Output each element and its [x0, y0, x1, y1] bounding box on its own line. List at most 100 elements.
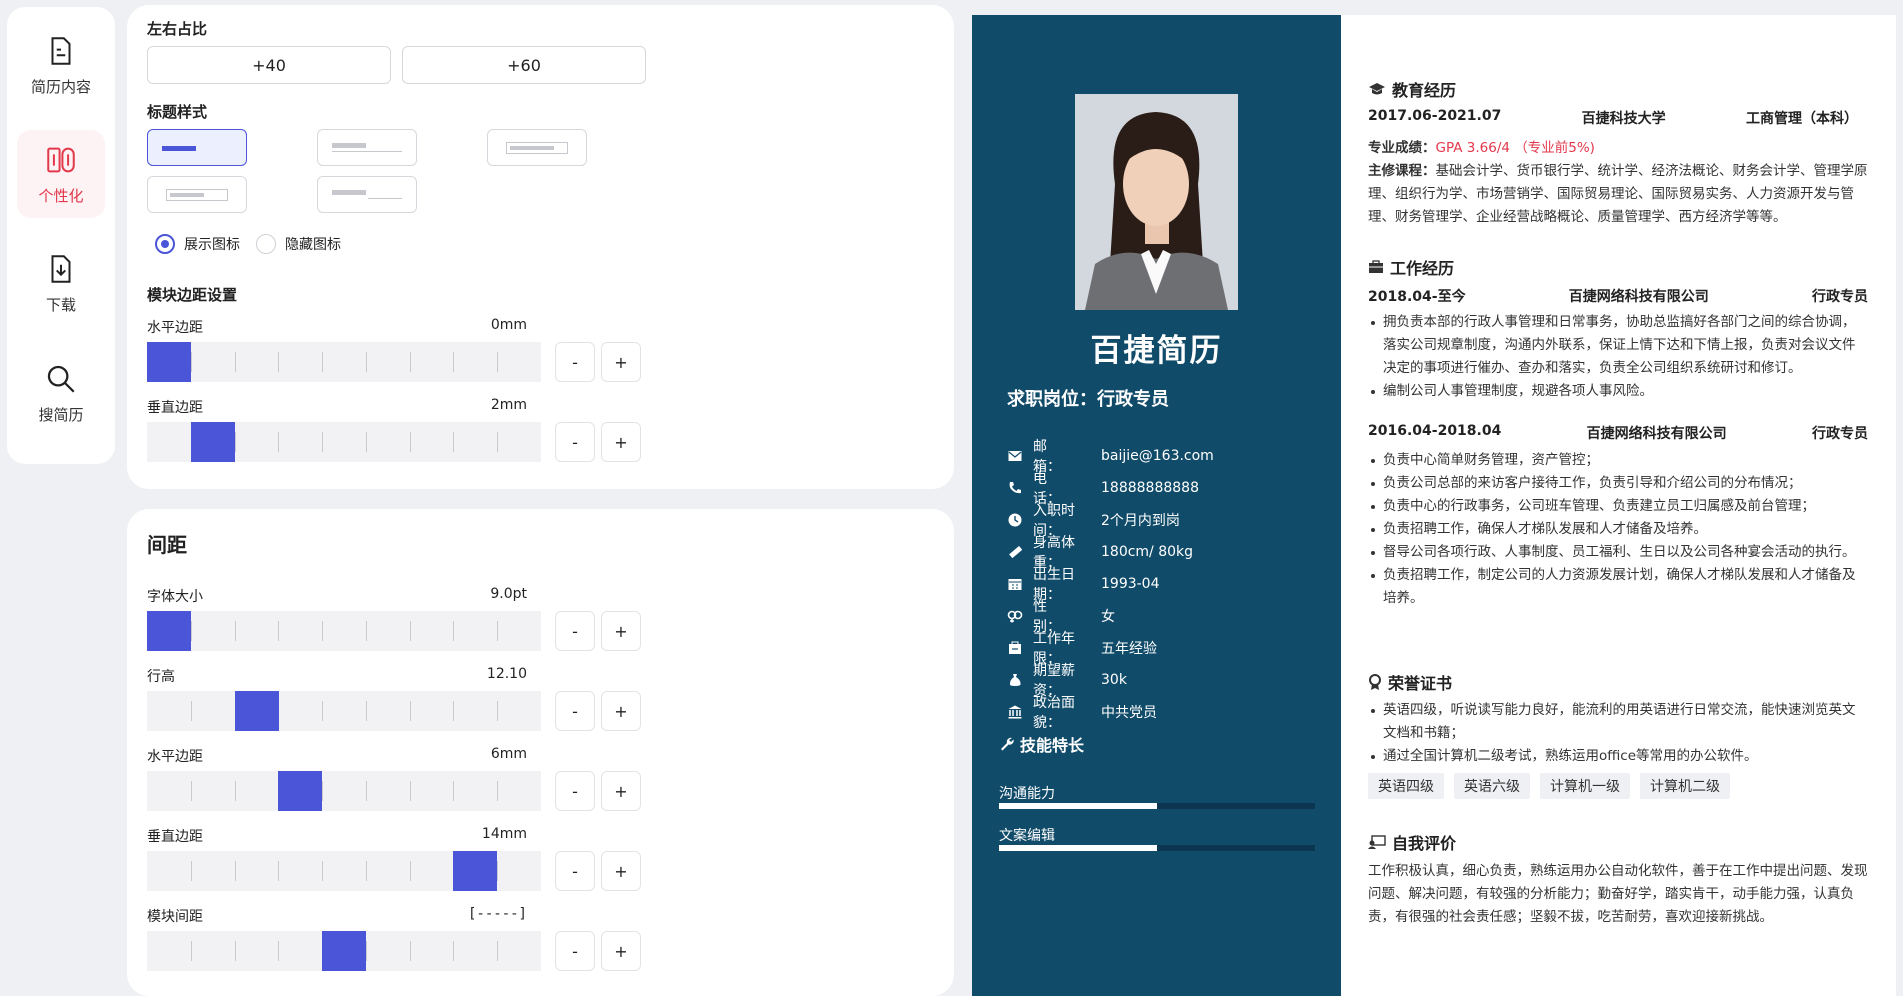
hide-icon-radio[interactable] — [256, 234, 276, 254]
portrait-image — [1075, 94, 1238, 310]
edu-section-title: 教育经历 — [1368, 77, 1456, 101]
content-v-margin-value: 14mm — [481, 826, 527, 842]
nav-label: 简历内容 — [30, 77, 91, 96]
slider-knob[interactable] — [235, 691, 279, 731]
slider-tick — [366, 432, 367, 452]
download-icon — [51, 254, 71, 283]
slider-tick — [235, 621, 236, 641]
content-v-margin-plus-button[interactable]: + — [601, 851, 641, 891]
slider-knob[interactable] — [191, 422, 235, 462]
line-height-minus-button[interactable]: - — [555, 691, 595, 731]
slider-knob[interactable] — [322, 931, 366, 971]
show-icon-radio[interactable] — [155, 234, 175, 254]
line-height-plus-button[interactable]: + — [601, 691, 641, 731]
slider-tick — [322, 861, 323, 881]
title-style-option-1[interactable] — [147, 129, 247, 166]
briefcase-icon — [1369, 260, 1383, 273]
graduation-cap-icon — [1369, 83, 1385, 95]
slider-knob[interactable] — [147, 342, 191, 382]
slider-tick — [366, 941, 367, 961]
slider-tick — [235, 941, 236, 961]
cert-tag: 英语六级 — [1454, 773, 1530, 799]
slider-tick — [235, 432, 236, 452]
h-margin-plus-button[interactable]: + — [601, 342, 641, 382]
nav-label: 个性化 — [38, 186, 84, 205]
bank-icon — [1007, 704, 1023, 720]
title-style-option-5[interactable] — [317, 176, 417, 213]
h-margin-slider[interactable] — [147, 342, 541, 382]
h-margin-value: 0mm — [490, 317, 527, 333]
nav-resume-content[interactable]: 简历内容 — [17, 21, 105, 109]
font-size-slider[interactable] — [147, 611, 541, 651]
content-h-margin-slider[interactable] — [147, 771, 541, 811]
line-height-label: 行高 — [147, 669, 175, 685]
v-margin-slider[interactable] — [147, 422, 541, 462]
slider-tick — [191, 781, 192, 801]
content-h-margin-minus-button[interactable]: - — [555, 771, 595, 811]
work-desc: 负责中心简单财务管理，资产管控； 负责公司总部的来访客户接待工作，负责引导和介绍… — [1368, 449, 1868, 610]
honor-desc: 英语四级，听说读写能力良好，能流利的用英语进行日常交流，能快速浏览英文文档和书籍… — [1368, 699, 1868, 768]
personalize-icon — [47, 147, 75, 172]
slider-knob[interactable] — [453, 851, 497, 891]
show-icon-label: 展示图标 — [184, 237, 240, 253]
v-margin-minus-button[interactable]: - — [555, 422, 595, 462]
v-margin-value: 2mm — [490, 397, 527, 413]
title-style-option-4[interactable] — [147, 176, 247, 213]
h-margin-minus-button[interactable]: - — [555, 342, 595, 382]
slider-tick — [191, 701, 192, 721]
medal-icon — [1369, 674, 1381, 690]
module-gap-minus-button[interactable]: - — [555, 931, 595, 971]
cert-tags: 英语四级 英语六级 计算机一级 计算机二级 — [1368, 773, 1730, 799]
eval-text: 工作积极认真，细心负责，熟练运用办公自动化软件，善于在工作中提出问题、发现问题、… — [1368, 863, 1868, 925]
wrench-icon — [1001, 737, 1014, 751]
content-h-margin-plus-button[interactable]: + — [601, 771, 641, 811]
slider-knob[interactable] — [147, 611, 191, 651]
phone-icon — [1007, 480, 1023, 496]
nav-download[interactable]: 下载 — [17, 239, 105, 327]
content-v-margin-slider[interactable] — [147, 851, 541, 891]
title-style-option-3[interactable] — [487, 129, 587, 166]
slider-tick — [497, 432, 498, 452]
nav-personalize[interactable]: 个性化 — [17, 130, 105, 218]
search-icon — [47, 365, 75, 393]
module-gap-plus-button[interactable]: + — [601, 931, 641, 971]
v-margin-plus-button[interactable]: + — [601, 422, 641, 462]
font-size-plus-button[interactable]: + — [601, 611, 641, 651]
nav-search-resume[interactable]: 搜简历 — [17, 349, 105, 437]
info-value: 18888888888 — [1101, 480, 1199, 496]
resume-sidebar: 百捷简历 求职岗位：行政专员 邮 箱： baijie@163.com 电 话： 18… — [972, 15, 1341, 996]
skill-name: 文案编辑 — [999, 828, 1055, 844]
cert-tag: 计算机一级 — [1540, 773, 1630, 799]
honor-section-title: 荣誉证书 — [1368, 670, 1452, 694]
slider-tick — [410, 941, 411, 961]
slider-tick — [322, 432, 323, 452]
content-h-margin-label: 水平边距 — [147, 749, 203, 765]
v-margin-label: 垂直边距 — [147, 400, 203, 416]
slider-tick — [410, 861, 411, 881]
content-v-margin-minus-button[interactable]: - — [555, 851, 595, 891]
info-value: 180cm/ 80kg — [1101, 544, 1194, 560]
hide-icon-label: 隐藏图标 — [285, 237, 341, 253]
title-style-label: 标题样式 — [147, 103, 208, 121]
side-nav: 简历内容 个性化 下载 搜简历 — [7, 7, 115, 464]
ratio-60-button[interactable]: +60 — [402, 46, 646, 84]
edu-major: 工商管理（本科） — [1746, 111, 1858, 127]
edu-school: 百捷科技大学 — [1581, 111, 1666, 127]
font-size-minus-button[interactable]: - — [555, 611, 595, 651]
title-style-option-2[interactable] — [317, 129, 417, 166]
edu-gpa: 专业成绩：GPA 3.66/4 （专业前5%) — [1368, 137, 1868, 160]
resume-preview: 百捷简历 求职岗位：行政专员 邮 箱： baijie@163.com 电 话： 18… — [972, 15, 1896, 996]
slider-knob[interactable] — [278, 771, 322, 811]
slider-tick — [366, 352, 367, 372]
h-margin-label: 水平边距 — [147, 320, 203, 336]
ratio-40-button[interactable]: +40 — [147, 46, 391, 84]
work-item: 负责招聘工作，制定公司的人力资源发展计划，确保人才梯队发展和人才储备及培养。 — [1368, 564, 1868, 610]
slider-tick — [453, 701, 454, 721]
edu-header-row: 2017.06-2021.07 百捷科技大学 工商管理（本科） — [1368, 108, 1858, 128]
work-item: 负责招聘工作，确保人才梯队发展和人才储备及培养。 — [1368, 518, 1868, 541]
module-gap-slider[interactable] — [147, 931, 541, 971]
work-item: 负责中心简单财务管理，资产管控； — [1368, 449, 1868, 472]
content-h-margin-value: 6mm — [490, 746, 527, 762]
gpa-label: 专业成绩： — [1368, 140, 1436, 156]
line-height-slider[interactable] — [147, 691, 541, 731]
